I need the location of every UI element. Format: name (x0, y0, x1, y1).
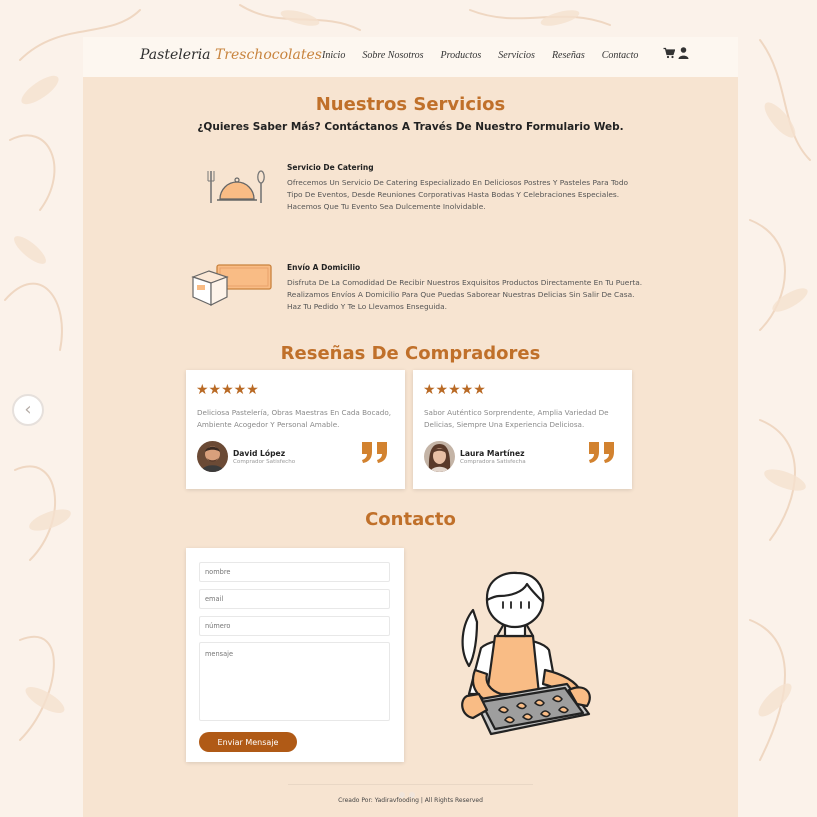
number-field[interactable] (199, 616, 390, 636)
star-rating: ★★★★★ (196, 382, 259, 398)
review-card: ★★★★★ Deliciosa Pastelería, Obras Maestr… (186, 370, 405, 489)
main-panel: Nuestros Servicios ¿Quieres Saber Más? C… (83, 77, 738, 817)
services-title: Nuestros Servicios (315, 94, 506, 115)
contact-title: Contacto (365, 509, 456, 530)
cart-icon[interactable] (663, 47, 675, 59)
nav-link-sobre-nosotros[interactable]: Sobre Nosotros (362, 50, 423, 61)
navbar: Pasteleria Treschocolates Inicio Sobre N… (83, 37, 738, 77)
contact-form: Enviar Mensaje (186, 548, 404, 762)
subtitle-cta: Contáctanos A Través De Nuestro Formular… (324, 121, 624, 133)
review-text: Deliciosa Pastelería, Obras Maestras En … (197, 408, 392, 429)
subtitle-question: ¿Quieres Saber Más? (197, 121, 325, 133)
nav-link-productos[interactable]: Productos (441, 50, 482, 61)
user-icon[interactable] (678, 47, 689, 59)
delivery-box-icon (191, 264, 272, 306)
email-field[interactable] (199, 589, 390, 609)
reviewer-role: Compradora Satisfecha (460, 459, 526, 465)
review-card: ★★★★★ Sabor Auténtico Sorprendente, Ampl… (413, 370, 632, 489)
star-rating: ★★★★★ (423, 382, 486, 398)
nav-links: Inicio Sobre Nosotros Productos Servicio… (322, 50, 655, 61)
send-message-button[interactable]: Enviar Mensaje (199, 732, 297, 752)
name-field[interactable] (199, 562, 390, 582)
footer-divider (288, 784, 533, 785)
nav-icons (663, 47, 689, 59)
avatar (424, 441, 455, 472)
review-text: Sabor Auténtico Sorprendente, Amplia Var… (424, 408, 609, 429)
service-title: Servicio De Catering (287, 163, 374, 172)
catering-icon (207, 170, 265, 203)
nav-link-resenas[interactable]: Reseñas (552, 50, 585, 61)
avatar (197, 441, 228, 472)
nav-link-inicio[interactable]: Inicio (322, 50, 345, 61)
reviewer-role: Comprador Satisfecho (233, 459, 296, 465)
nav-link-servicios[interactable]: Servicios (498, 50, 535, 61)
brand-name-accent: Treschocolates (214, 47, 322, 63)
services-subtitle: ¿Quieres Saber Más? Contáctanos A Través… (83, 121, 738, 133)
reviewer-name: David López (233, 449, 286, 458)
reviews-title: Reseñas De Compradores (280, 343, 541, 364)
brand-name: Pasteleria (140, 47, 211, 63)
quote-icon (362, 442, 387, 463)
service-description: Disfruta De La Comodidad De Recibir Nues… (287, 278, 643, 311)
reviewer-name: Laura Martínez (460, 449, 525, 458)
brand-logo[interactable]: Pasteleria Treschocolates (140, 47, 322, 63)
footer-text: Creado Por: Yadiravfooding | All Rights … (338, 797, 483, 804)
nav-link-contacto[interactable]: Contacto (602, 50, 639, 61)
baker-illustration (461, 571, 591, 736)
service-item-delivery: Envío A Domicilio Disfruta De La Comodid… (191, 263, 643, 323)
service-description: Ofrecemos Un Servicio De Catering Especi… (287, 178, 629, 211)
message-field[interactable] (199, 642, 390, 721)
quote-icon (589, 442, 614, 463)
service-title: Envío A Domicilio (287, 263, 361, 272)
service-item-catering: Servicio De Catering Ofrecemos Un Servic… (203, 163, 643, 223)
carousel-prev-button[interactable]: ‹ (12, 394, 44, 426)
